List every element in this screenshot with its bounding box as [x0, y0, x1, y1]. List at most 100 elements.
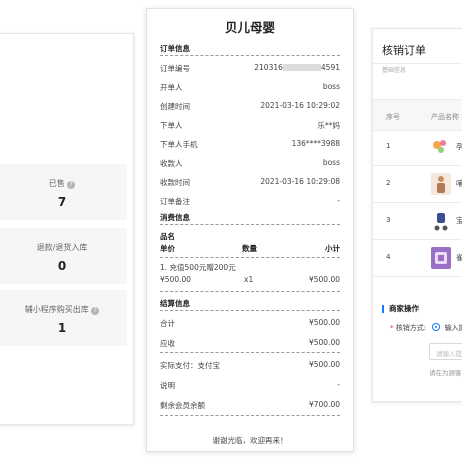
order-note-label: 订单备注: [160, 197, 190, 206]
created-time-label: 创建时间: [160, 102, 190, 111]
row-num: 1: [386, 142, 391, 150]
radio-input-code[interactable]: [432, 323, 441, 331]
redacted-block: [282, 64, 321, 71]
verify-method-label: 核销方式:: [395, 324, 427, 332]
created-time-row: 创建时间 2021-03-16 10:29:02: [160, 101, 340, 111]
product-name: 哺: [456, 178, 462, 189]
actual-payment-row: 实际支付：支付宝 ¥500.00: [160, 360, 340, 370]
divider: [160, 257, 340, 258]
product-thumbnail: [431, 210, 451, 232]
actual-payment-label: 实际支付：支付宝: [160, 361, 220, 370]
item-detail-row: ¥500.00 x1 ¥500.00: [160, 275, 340, 285]
stat-sold-value: 7: [57, 195, 67, 209]
price-header: 单价: [160, 244, 175, 253]
buyer-value: 乐**妈: [317, 121, 341, 130]
creator-value: boss: [322, 82, 340, 91]
row-num: 4: [386, 253, 391, 261]
divider: [160, 352, 340, 353]
total-label: 合计: [160, 319, 175, 328]
product-name: 雀: [456, 252, 462, 263]
paid-time-row: 收款时间 2021-03-16 10:29:08: [160, 177, 340, 187]
item-subtotal: ¥500.00: [308, 275, 340, 284]
stat-miniprogram-out-label: 辅小程序购买出库: [24, 305, 89, 314]
creator-label: 开单人: [160, 83, 183, 92]
item-name: 1. 充值500元赠200元: [160, 263, 236, 272]
item-price: ¥500.00: [160, 275, 192, 284]
divider: [160, 291, 340, 292]
order-number-prefix: 210316: [254, 63, 283, 72]
divider: [160, 224, 340, 225]
divider: [160, 310, 340, 311]
cashier-value: boss: [322, 158, 340, 167]
remark-label: 说明: [160, 381, 175, 390]
paid-time-value: 2021-03-16 10:29:08: [260, 177, 340, 186]
created-time-value: 2021-03-16 10:29:02: [260, 101, 340, 110]
item-name-row: 1. 充值500元赠200元: [160, 262, 340, 272]
verify-order-panel: 核销订单 基础信息 序号 产品名称 1 孕 2 哺 3 宝 4 雀 商家操作 *: [372, 28, 462, 402]
member-balance-row: 剩余会员余额 ¥700.00: [160, 400, 340, 410]
receivable-label: 应收: [160, 339, 175, 348]
stat-sold: 已售 ? 7: [0, 164, 127, 220]
table-row[interactable]: 3 宝: [373, 203, 462, 240]
stat-miniprogram-out-value: 1: [57, 321, 67, 335]
buyer-phone-label: 下单人手机: [160, 140, 198, 149]
verify-method-option[interactable]: 输入提: [445, 324, 462, 332]
num-header: 序号: [386, 113, 400, 121]
item-table-header: 单价 数量 小计: [160, 243, 340, 253]
pickup-code-input[interactable]: 请输入提货码: [429, 343, 462, 360]
merchant-ops-heading: 商家操作: [382, 305, 419, 313]
basic-info-label: 基础信息: [382, 67, 407, 74]
product-thumbnail: [431, 136, 451, 158]
product-thumbnail: [431, 247, 451, 269]
remark-value: -: [337, 380, 340, 389]
table-row[interactable]: 1 孕: [373, 129, 462, 166]
buyer-phone-row: 下单人手机 136****3988: [160, 139, 340, 149]
paid-time-label: 收款时间: [160, 178, 190, 187]
cashier-label: 收款人: [160, 159, 183, 168]
member-balance-value: ¥700.00: [308, 400, 340, 409]
table-row[interactable]: 2 哺: [373, 166, 462, 203]
product-name: 孕: [456, 141, 462, 152]
item-qty: x1: [244, 275, 254, 284]
row-num: 3: [386, 216, 391, 224]
actual-payment-value: ¥500.00: [308, 360, 340, 369]
subtotal-header: 小计: [325, 244, 340, 253]
question-circle-icon[interactable]: ?: [91, 307, 100, 315]
question-circle-icon[interactable]: ?: [67, 181, 76, 189]
total-row: 合计 ¥500.00: [160, 318, 340, 328]
required-mark: *: [390, 324, 394, 332]
order-note-value: -: [337, 196, 340, 205]
settle-info-heading: 结算信息: [160, 299, 190, 308]
receivable-value: ¥500.00: [308, 338, 340, 347]
order-info-heading: 订单信息: [160, 44, 190, 53]
verify-method-row: * 核销方式: 输入提: [390, 323, 462, 333]
divider: [160, 415, 340, 416]
item-name-header: 品名: [160, 232, 175, 241]
divider: [160, 55, 340, 56]
table-row[interactable]: 4 雀: [373, 240, 462, 277]
store-name: 贝儿母婴: [224, 20, 275, 35]
remark-row: 说明 -: [160, 380, 340, 390]
receivable-row: 应收 ¥500.00: [160, 338, 340, 348]
receipt-card: 贝儿母婴 订单信息 订单编号 210316 4591 开单人 boss 创建时间 …: [146, 8, 354, 452]
buyer-row: 下单人 乐**妈: [160, 120, 340, 130]
stat-refund-stock: 退款/退货入库 0: [0, 228, 127, 284]
stat-miniprogram-out: 辅小程序购买出库 ? 1: [0, 290, 127, 346]
order-number-suffix: 4591: [320, 63, 340, 72]
product-name-header: 产品名称: [431, 113, 459, 121]
receipt-footer: 谢谢光临，欢迎再来！: [212, 436, 288, 445]
total-value: ¥500.00: [308, 318, 340, 327]
divider: [373, 63, 462, 64]
cashier-row: 收款人 boss: [160, 158, 340, 168]
product-thumbnail: [431, 173, 451, 195]
sales-stats-card: 已售 ? 7 退款/退货入库 0 辅小程序购买出库 ? 1: [0, 33, 134, 425]
product-table-header: 序号 产品名称: [373, 99, 462, 131]
stat-refund-stock-value: 0: [57, 259, 67, 273]
product-name: 宝: [456, 215, 462, 226]
stat-refund-stock-label: 退款/退货入库: [36, 243, 88, 252]
consume-info-heading: 消费信息: [160, 213, 190, 222]
stat-sold-label: 已售: [48, 179, 65, 188]
row-num: 2: [386, 179, 391, 187]
buyer-phone-value: 136****3988: [291, 139, 340, 148]
buyer-label: 下单人: [160, 121, 183, 130]
